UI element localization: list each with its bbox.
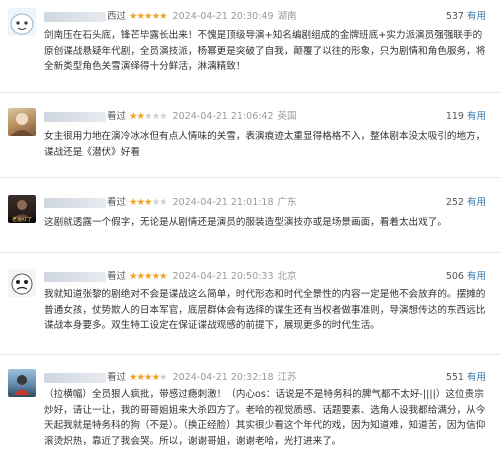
watch-status: 看过: [107, 271, 127, 282]
useful-vote[interactable]: 506 有用: [446, 270, 486, 284]
rating-stars: ★★★★★: [129, 372, 168, 383]
watch-status: 看过: [107, 111, 127, 122]
username-blurred[interactable]: [44, 271, 106, 282]
useful-count: 551: [445, 372, 464, 383]
useful-button[interactable]: 有用: [467, 372, 486, 383]
comment-location: 湖南: [277, 11, 297, 22]
useful-button[interactable]: 有用: [467, 271, 486, 282]
useful-vote[interactable]: 551 有用: [446, 371, 486, 385]
username-blurred[interactable]: [44, 111, 106, 122]
cartoon-face-avatar-icon[interactable]: [8, 269, 36, 297]
comment-text: （拉横幅）全员狠人疯批，带感过瘾刺激！（内心os：话说是不是特务科的脾气都不太好…: [44, 389, 486, 447]
photo-avatar-icon[interactable]: [8, 369, 36, 397]
comment-time: 2024-04-21 20:30:49: [172, 11, 274, 22]
rating-stars: ★★★★★: [129, 197, 168, 208]
comment-item: 老狼红了 看过 ★★★★★ 2024-04-21 21:01:18 广东 252 有用 …: [0, 178, 500, 253]
dark-photo-avatar-icon[interactable]: 老狼红了: [8, 195, 36, 223]
useful-vote[interactable]: 252 有用: [446, 196, 486, 210]
useful-vote[interactable]: 537 有用: [446, 10, 486, 24]
photo-avatar-icon[interactable]: [8, 108, 36, 136]
useful-count: 119: [445, 111, 464, 122]
comment-text: 女主很用力地在演冷冰冰但有点人情味的关雪，表演痕迹太重显得格格不入，整体剧本没太…: [44, 131, 486, 158]
comment-list: 西过 ★★★★★ 2024-04-21 20:30:49 湖南 537 有用 剑南压在石…: [0, 0, 500, 456]
useful-count: 506: [445, 271, 464, 282]
comment-text: 我就知道张黎的剧绝对不会是谍战这么简单，时代形态和时代全景性的内容一定是他不会放…: [44, 289, 486, 331]
avatar-caption: 老狼红了: [11, 217, 32, 223]
comment-meta: 看过 ★★★★★ 2024-04-21 21:01:18 广东 252 有用: [44, 196, 500, 210]
useful-count: 252: [445, 197, 464, 208]
comment-meta: 西过 ★★★★★ 2024-04-21 20:30:49 湖南 537 有用: [44, 10, 500, 24]
watch-status: 西过: [107, 11, 127, 22]
comment-location: 北京: [277, 271, 297, 282]
watch-status: 看过: [107, 197, 127, 208]
username-blurred[interactable]: [44, 372, 106, 383]
comment-time: 2024-04-21 20:32:18: [172, 372, 274, 383]
username-blurred[interactable]: [44, 11, 106, 22]
comment-location: 广东: [277, 197, 297, 208]
comment-time: 2024-04-21 21:06:42: [172, 111, 274, 122]
cartoon-face-avatar-icon[interactable]: [8, 8, 36, 36]
comment-text: 剑南压在石头底，锋芒毕露长出来！不愧是顶级导演+知名编剧组成的金牌班底+实力派演…: [44, 30, 486, 72]
comment-item: 西过 ★★★★★ 2024-04-21 20:30:49 湖南 537 有用 剑南压在石…: [0, 0, 500, 93]
comment-meta: 看过 ★★★★★ 2024-04-21 21:06:42 英国 119 有用: [44, 110, 500, 124]
useful-count: 537: [445, 11, 464, 22]
useful-button[interactable]: 有用: [467, 11, 486, 22]
comment-time: 2024-04-21 21:01:18: [172, 197, 274, 208]
rating-stars: ★★★★★: [129, 271, 168, 282]
comment-location: 江苏: [277, 372, 297, 383]
comment-item: 看过 ★★★★★ 2024-04-21 21:06:42 英国 119 有用 女主很用力…: [0, 93, 500, 178]
rating-stars: ★★★★★: [129, 111, 168, 122]
useful-button[interactable]: 有用: [467, 197, 486, 208]
watch-status: 看过: [107, 372, 127, 383]
comment-item: 看过 ★★★★★ 2024-04-21 20:32:18 江苏 551 有用 （拉横幅）…: [0, 355, 500, 456]
username-blurred[interactable]: [44, 197, 106, 208]
rating-stars: ★★★★★: [129, 11, 168, 22]
useful-button[interactable]: 有用: [467, 111, 486, 122]
comment-item: 看过 ★★★★★ 2024-04-21 20:50:33 北京 506 有用 我就知道张…: [0, 253, 500, 355]
comment-time: 2024-04-21 20:50:33: [172, 271, 274, 282]
comment-meta: 看过 ★★★★★ 2024-04-21 20:32:18 江苏 551 有用: [44, 371, 500, 385]
comment-meta: 看过 ★★★★★ 2024-04-21 20:50:33 北京 506 有用: [44, 270, 500, 284]
comment-text: 这剧就透露一个假字，无论是从剧情还是演员的服装造型演技亦或是场景画面，看着太出戏…: [44, 217, 447, 228]
useful-vote[interactable]: 119 有用: [446, 110, 486, 124]
comment-location: 英国: [277, 111, 297, 122]
